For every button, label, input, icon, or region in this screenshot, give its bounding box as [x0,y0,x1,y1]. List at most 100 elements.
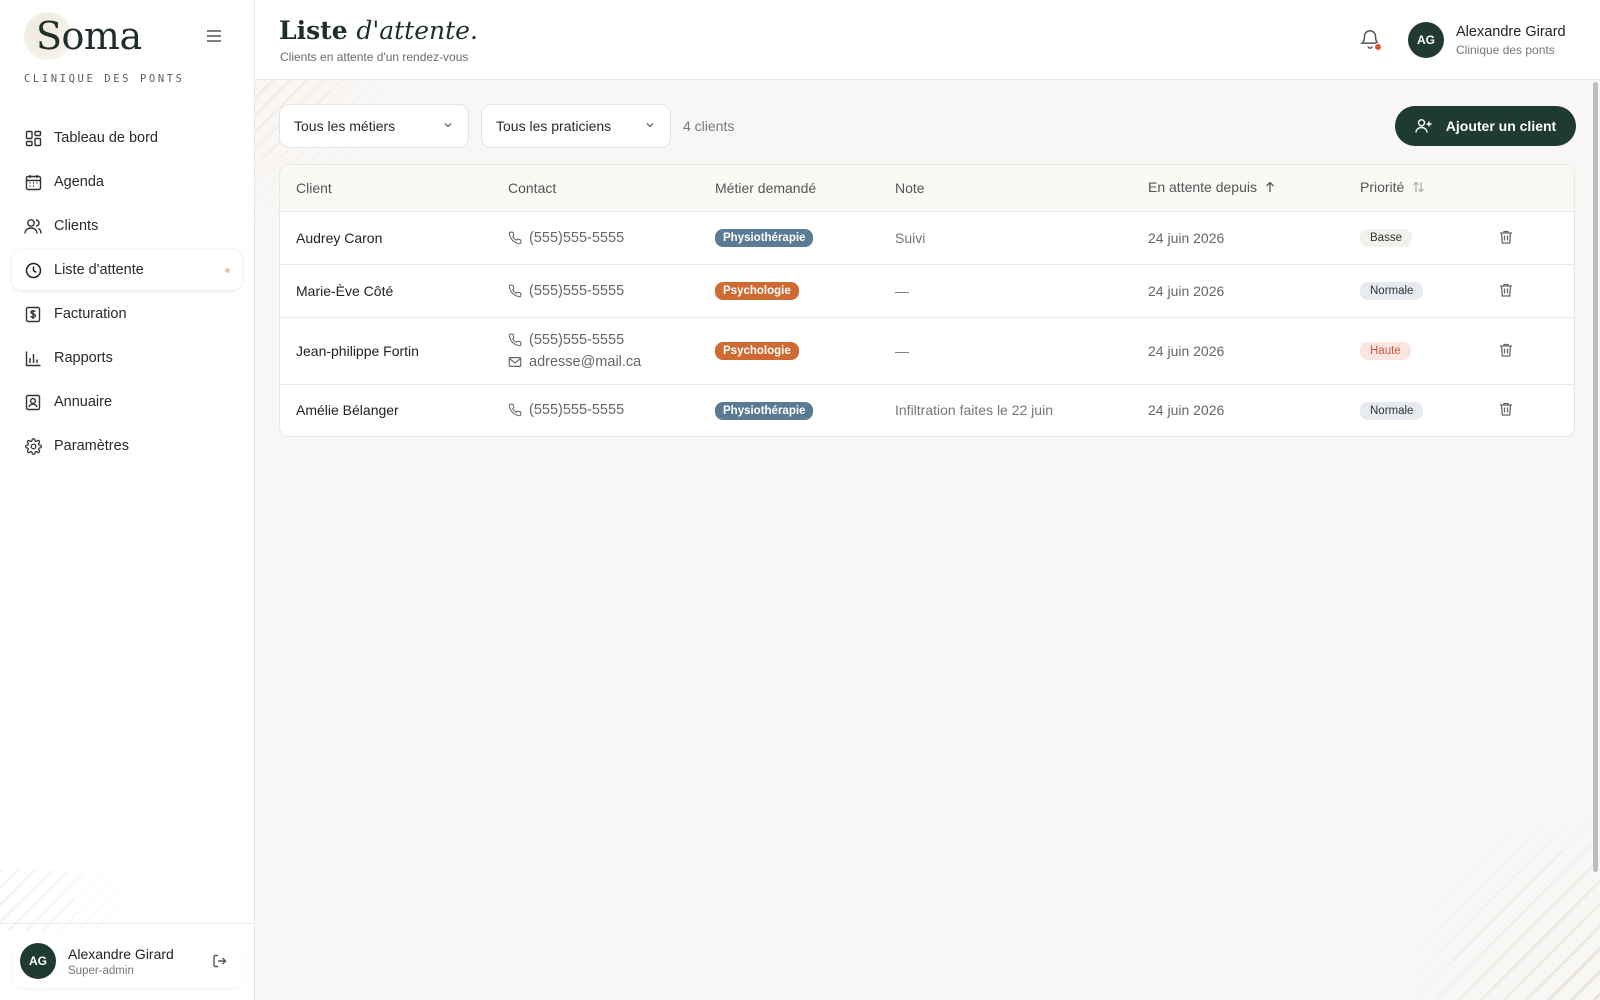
header-user-menu[interactable]: AG Alexandre Girard Clinique des ponts [1408,22,1566,58]
contact-phone: (555)555-5555 [508,402,699,418]
user-clinic: Clinique des ponts [1456,42,1555,57]
sort-ascending-icon[interactable] [1265,180,1275,196]
add-client-button[interactable]: Ajouter un client [1395,106,1576,146]
sidebar-item-label: Agenda [54,174,104,190]
trash-icon[interactable] [1498,229,1516,247]
sidebar-item-label: Facturation [54,306,127,322]
users-icon [24,217,42,235]
note-text: Infiltration faites le 22 juin [895,402,1053,419]
table-header-row: Client Contact Métier demandé Note En at… [280,165,1574,212]
priority-badge: Haute [1360,342,1411,360]
trash-icon[interactable] [1498,342,1516,360]
column-header-contact: Contact [492,165,699,212]
client-name: Amélie Bélanger [296,402,399,419]
phone-icon [508,403,522,417]
trade-filter-value: Tous les métiers [294,118,396,134]
table-row[interactable]: Audrey Caron (555)555-5555 Physiothérapi… [280,211,1574,265]
note-text: — [895,282,909,299]
sidebar-item-label: Annuaire [54,394,113,410]
column-header-waiting-since[interactable]: En attente depuis [1132,165,1344,212]
chevron-down-icon [442,118,454,134]
contact-phone: (555)555-5555 [508,332,699,348]
sidebar-item-rapports[interactable]: Rapports [12,338,242,378]
note-text: — [895,342,909,359]
phone-icon [508,333,522,347]
brand-subtitle: CLINIQUE DES PONTS [24,73,185,85]
column-header-actions [1482,165,1574,212]
client-name: Audrey Caron [296,229,383,246]
sidebar-item-facturation[interactable]: Facturation [12,294,242,334]
table-row[interactable]: Marie-Ève Côté (555)555-5555 Psychologie… [280,264,1574,318]
contact-phone: (555)555-5555 [508,230,699,246]
phone-icon [508,231,522,245]
sidebar-item-label: Tableau de bord [54,130,158,146]
trade-badge: Psychologie [715,282,799,300]
phone-icon [508,284,522,298]
logout-icon[interactable] [210,951,230,971]
client-name: Marie-Ève Côté [296,282,394,299]
column-header-priority[interactable]: Priorité [1344,165,1482,212]
trade-filter-select[interactable]: Tous les métiers [279,104,469,148]
trade-badge: Physiothérapie [715,229,814,247]
waiting-since-date: 24 juin 2026 [1148,282,1225,299]
note-text: Suivi [895,229,926,246]
page-subtitle: Clients en attente d'un rendez-vous [280,50,469,64]
gear-icon [24,437,42,455]
page-title: Liste d'attente. [279,16,478,45]
waiting-since-date: 24 juin 2026 [1148,402,1225,419]
calendar-icon [24,173,42,191]
client-name: Jean-philippe Fortin [296,342,419,359]
trade-badge: Physiothérapie [715,401,814,420]
user-name: Alexandre Girard [1456,23,1566,40]
sidebar-nav: Tableau de bord Agenda Clients Liste d'a… [12,118,242,470]
practitioner-filter-value: Tous les praticiens [496,118,612,134]
directory-icon [24,393,42,411]
column-header-trade: Métier demandé [699,165,879,212]
practitioner-filter-select[interactable]: Tous les praticiens [481,104,671,148]
sidebar-item-clients[interactable]: Clients [12,206,242,246]
sidebar-item-label: Paramètres [54,438,129,454]
trash-icon[interactable] [1498,282,1516,300]
sidebar-item-agenda[interactable]: Agenda [12,162,242,202]
sidebar-item-liste-d-attente[interactable]: Liste d'attente [12,250,242,290]
sidebar-item-annuaire[interactable]: Annuaire [12,382,242,422]
decorative-hatch [0,870,140,930]
active-indicator-dot [225,268,230,273]
scrollbar[interactable] [1593,82,1598,872]
page-title-main: Liste [279,16,348,45]
user-role: Super-admin [68,964,134,977]
sidebar-item-label: Rapports [54,350,113,366]
sidebar: Soma CLINIQUE DES PONTS Tableau de bord … [0,0,255,1000]
sort-icon[interactable] [1412,180,1425,196]
priority-badge: Basse [1360,229,1412,247]
column-header-note: Note [879,165,1132,212]
column-header-client: Client [280,165,492,212]
priority-badge: Normale [1360,282,1424,300]
waitlist-table: Client Contact Métier demandé Note En at… [279,164,1575,437]
top-bar: Liste d'attente. Clients en attente d'un… [255,0,1600,80]
bell-icon[interactable] [1359,28,1383,52]
table-row[interactable]: Amélie Bélanger (555)555-5555 Physiothér… [280,384,1574,436]
avatar: AG [1408,22,1444,58]
menu-icon[interactable] [204,26,224,46]
contact-phone: (555)555-5555 [508,283,699,299]
table-row[interactable]: Jean-philippe Fortin (555)555-5555 adres… [280,317,1574,385]
invoice-icon [24,305,42,323]
brand-logo: Soma CLINIQUE DES PONTS [24,10,182,90]
waiting-since-date: 24 juin 2026 [1148,342,1225,359]
waiting-since-date: 24 juin 2026 [1148,229,1225,246]
sidebar-item-parametres[interactable]: Paramètres [12,426,242,466]
sidebar-item-tableau-de-bord[interactable]: Tableau de bord [12,118,242,158]
page-title-emphasis: d'attente. [356,16,478,45]
user-name: Alexandre Girard [68,945,174,962]
main-content: Liste d'attente. Clients en attente d'un… [255,0,1600,1000]
bar-chart-icon [24,349,42,367]
sidebar-item-label: Clients [54,218,99,234]
priority-badge: Normale [1360,401,1424,420]
add-client-label: Ajouter un client [1445,118,1557,134]
trash-icon[interactable] [1498,401,1516,419]
decorative-hatch [1410,820,1600,1000]
sidebar-user-card[interactable]: AG Alexandre Girard Super-admin [12,934,242,988]
contact-email: adresse@mail.ca [508,354,699,370]
mail-icon [508,355,522,369]
